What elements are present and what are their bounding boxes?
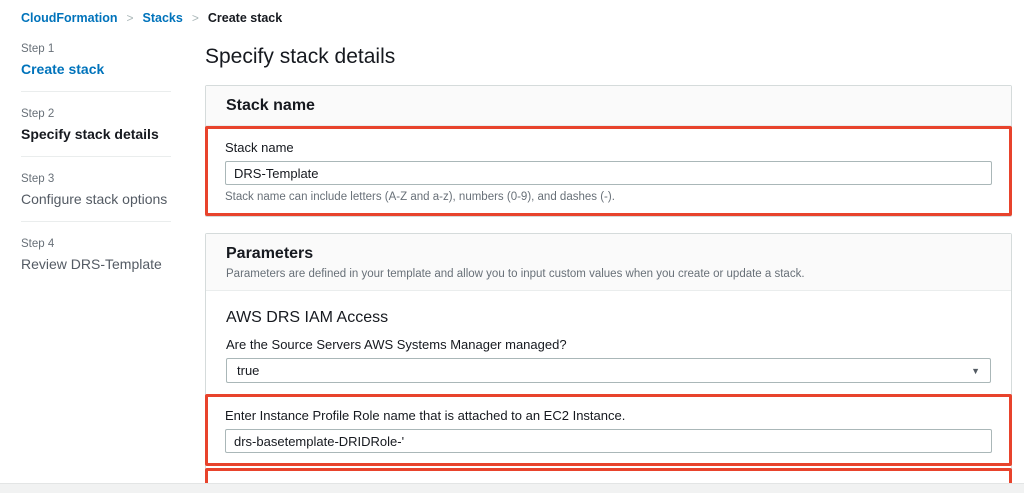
step-item-configure-stack-options: Step 3 Configure stack options	[21, 171, 185, 221]
page-title: Specify stack details	[205, 45, 396, 68]
ssm-managed-select[interactable]: true ▼	[226, 358, 991, 383]
content-row: Step 1 Create stack Step 2 Specify stack…	[0, 41, 1024, 493]
parameters-card: Parameters Parameters are defined in you…	[205, 233, 1012, 493]
breadcrumb-link-cloudformation[interactable]: CloudFormation	[21, 11, 118, 25]
breadcrumb: CloudFormation > Stacks > Create stack	[0, 0, 1024, 25]
parameters-card-description: Parameters are defined in your template …	[226, 268, 805, 280]
ssm-managed-field-label: Are the Source Servers AWS Systems Manag…	[226, 337, 567, 352]
step-link-create-stack[interactable]: Create stack	[21, 61, 185, 77]
instance-profile-field-group: Enter Instance Profile Role name that is…	[208, 397, 1009, 463]
stack-name-card: Stack name Stack name Stack name can inc…	[205, 85, 1012, 217]
stack-name-card-header: Stack name	[206, 86, 1011, 126]
step-kicker: Step 1	[21, 43, 55, 55]
step-label: Review DRS-Template	[21, 256, 162, 272]
chevron-down-icon: ▼	[971, 365, 980, 376]
step-kicker: Step 3	[21, 173, 55, 185]
window-bottom-strip	[0, 483, 1024, 493]
step-kicker: Step 4	[21, 238, 55, 250]
step-divider	[21, 156, 171, 157]
stack-name-helper-text: Stack name can include letters (A-Z and …	[225, 191, 615, 203]
step-current-label: Specify stack details	[21, 126, 159, 142]
step-item-specify-stack-details: Step 2 Specify stack details	[21, 106, 185, 156]
step-divider	[21, 221, 171, 222]
parameters-card-title: Parameters	[226, 245, 314, 262]
instance-profile-field-label: Enter Instance Profile Role name that is…	[225, 408, 626, 423]
step-label: Configure stack options	[21, 191, 168, 207]
parameter-group-title: AWS DRS IAM Access	[226, 309, 389, 326]
ssm-managed-select-value: true	[237, 363, 260, 378]
main-content: Specify stack details Stack name Stack n…	[205, 41, 1024, 493]
parameters-card-body: AWS DRS IAM Access Are the Source Server…	[206, 291, 1011, 394]
stack-name-input[interactable]	[225, 161, 992, 185]
parameters-card-header: Parameters Parameters are defined in you…	[206, 234, 1011, 291]
annotation-box-instance-profile: Enter Instance Profile Role name that is…	[205, 394, 1012, 466]
step-item-review: Step 4 Review DRS-Template	[21, 236, 185, 286]
breadcrumb-separator-icon: >	[126, 11, 134, 25]
breadcrumb-current-page: Create stack	[207, 11, 283, 25]
instance-profile-input[interactable]	[225, 429, 992, 453]
wizard-step-nav: Step 1 Create stack Step 2 Specify stack…	[0, 41, 185, 493]
annotation-box-stack-name: Stack name Stack name can include letter…	[205, 126, 1012, 216]
step-divider	[21, 91, 171, 92]
stack-name-card-title: Stack name	[226, 97, 315, 114]
stack-name-field-group: Stack name Stack name can include letter…	[208, 129, 1009, 213]
breadcrumb-separator-icon: >	[191, 11, 199, 25]
breadcrumb-link-stacks[interactable]: Stacks	[143, 11, 183, 25]
step-item-create-stack[interactable]: Step 1 Create stack	[21, 41, 185, 91]
ssm-managed-field-group: Are the Source Servers AWS Systems Manag…	[226, 337, 991, 383]
stack-name-field-label: Stack name	[225, 140, 294, 155]
step-kicker: Step 2	[21, 108, 55, 120]
